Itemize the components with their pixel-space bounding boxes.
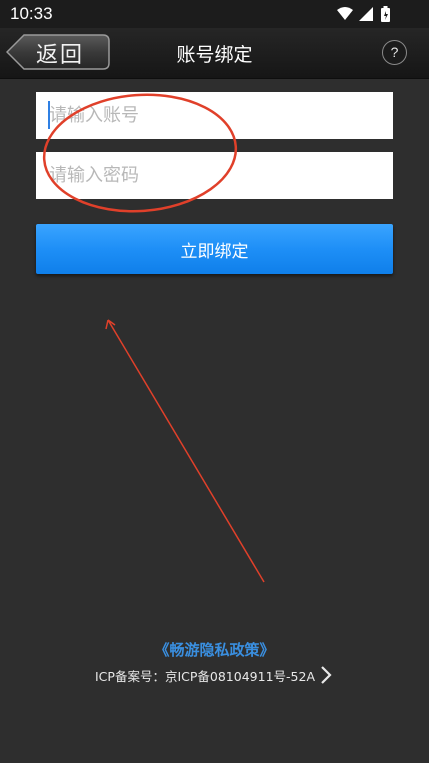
battery-icon	[381, 6, 390, 22]
back-button[interactable]: 返回	[6, 34, 110, 70]
account-input[interactable]	[36, 92, 393, 139]
bind-now-button[interactable]: 立即绑定	[36, 224, 393, 274]
icp-filing-text: ICP备案号：京ICP备08104911号-52A	[95, 669, 315, 684]
signal-icon	[359, 7, 373, 21]
password-input[interactable]	[36, 152, 393, 199]
app-screen: 10:33 返回 账号绑定 ? 请输入账号 请输入密码 立即绑定 《畅游隐私政策…	[0, 0, 429, 763]
text-caret	[48, 101, 50, 129]
status-bar: 10:33	[0, 0, 429, 28]
wifi-icon	[337, 7, 353, 20]
chevron-right-icon[interactable]	[318, 664, 334, 686]
help-button[interactable]: ?	[382, 40, 407, 65]
annotation-arrow-line	[107, 319, 265, 583]
status-time: 10:33	[10, 4, 53, 23]
annotation-arrow-head	[105, 319, 116, 330]
privacy-policy-link[interactable]: 《畅游隐私政策》	[0, 639, 429, 660]
status-icons	[337, 6, 390, 22]
back-label: 返回	[36, 43, 85, 68]
title-bar: 返回 账号绑定 ?	[0, 28, 429, 79]
